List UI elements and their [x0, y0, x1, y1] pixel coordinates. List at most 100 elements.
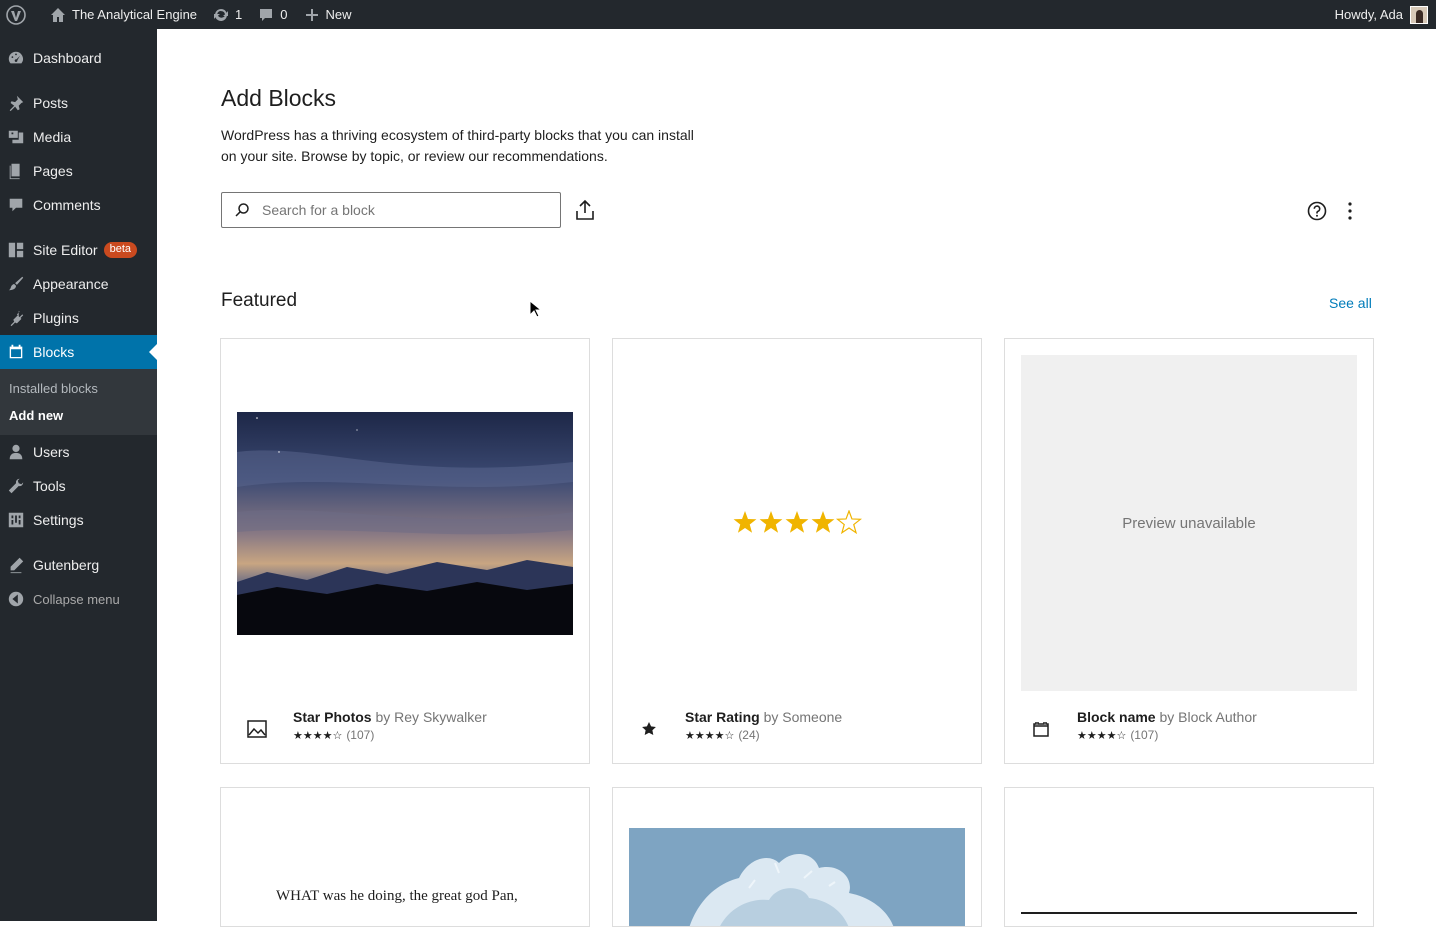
block-rating: ★★★★☆ (107)	[1077, 728, 1257, 742]
comments-count: 0	[280, 7, 288, 22]
admin-bar: The Analytical Engine 1 0 New Howdy, Ada	[0, 0, 1436, 29]
pin-icon	[9, 95, 24, 112]
updates-link[interactable]: 1	[205, 0, 250, 29]
block-title[interactable]: Star Rating by Someone	[685, 709, 842, 725]
sidebar-item-label: Appearance	[33, 276, 109, 292]
admin-sidebar: Dashboard Posts Media Pages Comments Sit…	[0, 29, 157, 921]
beta-badge: beta	[103, 242, 138, 258]
block-icon	[9, 344, 23, 359]
sidebar-item-label: Settings	[33, 512, 84, 528]
sidebar-item-pages[interactable]: Pages	[0, 154, 157, 188]
filled-star-icon	[733, 511, 757, 533]
collapse-icon	[8, 591, 24, 607]
sidebar-item-label: Site Editor	[33, 242, 98, 258]
search-box	[221, 192, 561, 228]
media-icon	[8, 130, 24, 144]
block-rating: ★★★★☆ (24)	[685, 728, 842, 742]
sidebar-item-label: Pages	[33, 163, 73, 179]
sidebar-item-site-editor[interactable]: Site Editor beta	[0, 233, 157, 267]
rating-count: (24)	[738, 728, 760, 742]
pencil-icon	[10, 557, 24, 574]
block-card-star-rating[interactable]: Star Rating by Someone ★★★★☆ (24)	[612, 338, 982, 764]
empty-star-icon	[835, 510, 862, 535]
block-card-separator[interactable]	[1004, 787, 1374, 927]
sidebar-item-users[interactable]: Users	[0, 435, 157, 469]
brush-icon	[8, 276, 24, 291]
collapse-menu-button[interactable]: Collapse menu	[0, 582, 157, 616]
search-icon	[235, 203, 249, 217]
block-card-star-photos[interactable]: Star Photos by Rey Skywalker ★★★★☆ (107)	[220, 338, 590, 764]
settings-icon	[8, 512, 24, 528]
more-options-icon[interactable]	[1343, 200, 1357, 222]
comments-link[interactable]: 0	[250, 0, 295, 29]
star-icon	[642, 722, 656, 735]
wordpress-logo-icon[interactable]	[0, 0, 42, 29]
block-title[interactable]: Block name by Block Author	[1077, 709, 1257, 725]
sidebar-item-label: Plugins	[33, 310, 79, 326]
search-input[interactable]	[262, 202, 542, 218]
poem-preview-text: WHAT was he doing, the great god Pan,	[276, 888, 518, 904]
intro-text: WordPress has a thriving ecosystem of th…	[221, 127, 694, 164]
image-icon	[247, 720, 267, 738]
block-card-snow-tree[interactable]	[612, 787, 982, 927]
sidebar-item-tools[interactable]: Tools	[0, 469, 157, 503]
layout-icon	[8, 242, 24, 258]
sidebar-item-blocks[interactable]: Blocks	[0, 335, 157, 369]
star-rating-preview	[733, 510, 862, 535]
sidebar-item-label: Gutenberg	[33, 557, 100, 573]
sidebar-item-media[interactable]: Media	[0, 120, 157, 154]
mouse-cursor-icon	[529, 300, 541, 318]
sidebar-item-gutenberg[interactable]: Gutenberg	[0, 548, 157, 582]
sidebar-item-label: Dashboard	[33, 50, 102, 66]
plugin-icon	[10, 310, 24, 327]
comment-icon	[9, 198, 23, 212]
separator-preview	[1021, 912, 1357, 914]
block-meta: Star Photos by Rey Skywalker ★★★★☆ (107)	[245, 709, 487, 742]
block-meta: Star Rating by Someone ★★★★☆ (24)	[637, 709, 842, 742]
block-preview	[237, 355, 573, 691]
dashboard-icon	[8, 51, 23, 64]
sidebar-item-label: Media	[33, 129, 72, 145]
upload-icon[interactable]	[575, 199, 595, 221]
rating-stars: ★★★★☆	[1077, 729, 1127, 742]
block-rating: ★★★★☆ (107)	[293, 728, 487, 742]
updates-count: 1	[235, 7, 243, 22]
site-name: The Analytical Engine	[72, 7, 198, 22]
sidebar-item-plugins[interactable]: Plugins	[0, 301, 157, 335]
sidebar-item-appearance[interactable]: Appearance	[0, 267, 157, 301]
sidebar-item-settings[interactable]: Settings	[0, 503, 157, 537]
blocks-submenu: Installed blocks Add new	[0, 369, 157, 435]
filled-star-icon	[811, 511, 835, 533]
featured-heading: Featured	[221, 290, 298, 311]
new-label: New	[325, 7, 352, 22]
sidebar-item-label: Posts	[33, 95, 69, 111]
block-card-block-name[interactable]: Preview unavailable Block name by Block …	[1004, 338, 1374, 764]
sidebar-item-posts[interactable]: Posts	[0, 86, 157, 120]
block-card-poem[interactable]: WHAT was he doing, the great god Pan,	[220, 787, 590, 927]
block-meta: Block name by Block Author ★★★★☆ (107)	[1029, 709, 1257, 742]
night-sky-photo	[237, 411, 573, 635]
block-title[interactable]: Star Photos by Rey Skywalker	[293, 709, 487, 725]
rating-count: (107)	[346, 728, 375, 742]
avatar	[1410, 5, 1428, 24]
collapse-menu-label: Collapse menu	[33, 591, 120, 607]
snowy-tree-photo	[629, 828, 965, 926]
main-content: Add Blocks WordPress has a thriving ecos…	[157, 29, 1436, 927]
site-name-link[interactable]: The Analytical Engine	[42, 0, 205, 29]
block-preview	[629, 355, 965, 691]
see-all-link[interactable]: See all	[1329, 295, 1372, 311]
help-icon[interactable]	[1306, 200, 1328, 222]
my-account-link[interactable]: Howdy, Ada	[1327, 0, 1436, 29]
filled-star-icon	[785, 511, 809, 533]
sidebar-item-comments[interactable]: Comments	[0, 188, 157, 222]
filled-star-icon	[759, 511, 783, 533]
sidebar-item-dashboard[interactable]: Dashboard	[0, 41, 157, 75]
wrench-icon	[8, 478, 24, 494]
sidebar-item-label: Users	[33, 444, 70, 460]
submenu-add-new[interactable]: Add new	[0, 402, 157, 429]
sidebar-item-label: Blocks	[33, 344, 75, 360]
sidebar-item-label: Comments	[33, 197, 101, 213]
rating-count: (107)	[1130, 728, 1159, 742]
submenu-installed-blocks[interactable]: Installed blocks	[0, 375, 157, 402]
new-content-link[interactable]: New	[296, 0, 360, 29]
